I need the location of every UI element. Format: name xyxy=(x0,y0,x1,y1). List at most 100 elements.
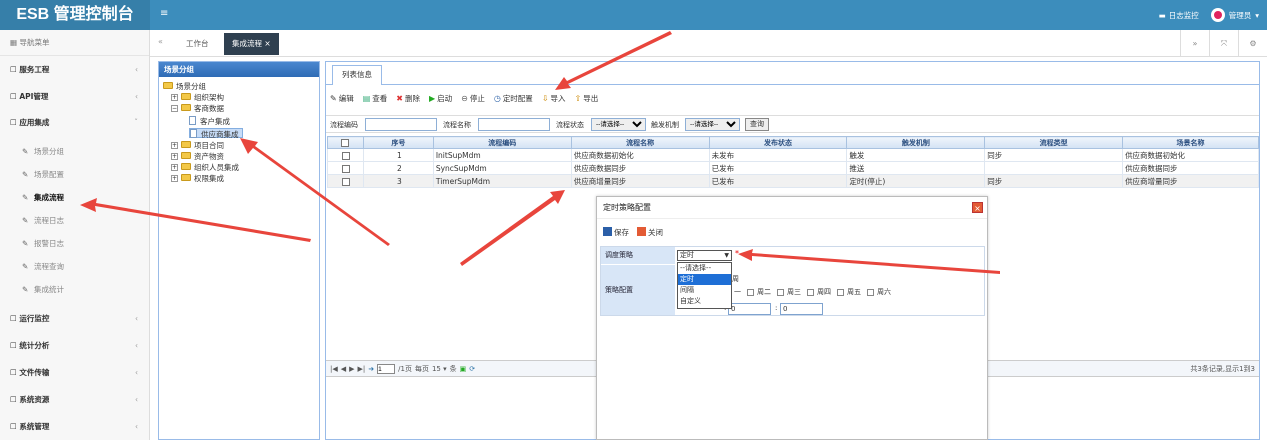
row-checkbox[interactable] xyxy=(327,174,364,188)
table-row[interactable]: 3 TimerSupMdm 供应商增量同步 已发布 定时(停止) 同步 供应商增… xyxy=(327,174,1259,188)
sidebar-sub-scene-group[interactable]: ✎ 场景分组 xyxy=(0,141,150,163)
expand-icon[interactable]: + xyxy=(171,153,178,160)
schedule-select[interactable]: 定时 ▼ xyxy=(677,250,732,261)
tree-node-label: 客商数据 xyxy=(194,104,224,113)
day-option[interactable]: 周五 xyxy=(837,287,861,297)
sidebar-item-app-integration[interactable]: ☐ 应用集成 ˇ xyxy=(0,111,150,135)
menu-toggle-icon[interactable]: ≡ xyxy=(160,8,168,19)
delete-button[interactable]: ✖ 删除 xyxy=(396,93,420,104)
edit-button[interactable]: ✎ 编辑 xyxy=(330,93,354,104)
cell-type: 同步 xyxy=(984,174,1124,188)
sidebar-item-system[interactable]: ☐ 系统管理 ‹ xyxy=(0,415,150,439)
tree-node-selected[interactable]: 供应商集成 xyxy=(189,128,243,139)
page-input[interactable] xyxy=(377,364,396,374)
tree-node[interactable]: + 组织人员集成 xyxy=(171,163,239,173)
cell-name: 供应商数据初始化 xyxy=(570,148,710,162)
sidebar-item-file[interactable]: ☐ 文件传输 ‹ xyxy=(0,361,150,385)
close-icon[interactable]: × xyxy=(972,202,983,213)
day-checkbox[interactable] xyxy=(837,288,844,296)
flow-code-input[interactable] xyxy=(365,118,437,131)
sidebar-item-monitor[interactable]: ☐ 运行监控 ‹ xyxy=(0,307,150,331)
next-page-icon[interactable]: ▶ xyxy=(349,365,354,373)
sidebar-item-label: 运行监控 xyxy=(19,314,50,323)
day-option[interactable]: 周三 xyxy=(777,287,801,297)
dropdown-option[interactable]: 自定义 xyxy=(678,296,731,307)
timer-form: 调度策略 策略配置 定时▼ * 每周 一 周二 周三 周四 周五 周六 : 0 … xyxy=(600,246,985,316)
row-checkbox[interactable] xyxy=(327,148,364,162)
row-checkbox[interactable] xyxy=(327,161,364,175)
per-page-select[interactable]: 15 ▾ xyxy=(432,365,447,373)
day-checkbox[interactable] xyxy=(807,288,814,296)
sidebar-sub-flow-log[interactable]: ✎ 流程日志 xyxy=(0,210,150,232)
cell-code: SyncSupMdm xyxy=(432,161,572,175)
day-option[interactable]: 周二 xyxy=(747,287,771,297)
export-button[interactable]: ⇧ 导出 xyxy=(575,93,599,104)
sidebar-sub-scene-config[interactable]: ✎ 场景配置 xyxy=(0,164,150,186)
dropdown-option-selected[interactable]: 定时 xyxy=(678,274,731,285)
table-row[interactable]: 2 SyncSupMdm 供应商数据同步 已发布 推送 供应商数据同步 xyxy=(327,161,1259,175)
fullscreen-icon[interactable]: ⤧ xyxy=(1209,30,1238,57)
collapse-icon[interactable]: − xyxy=(171,105,178,112)
day-checkbox[interactable] xyxy=(747,288,754,296)
save-button[interactable]: 保存 xyxy=(603,227,629,238)
table-row[interactable]: 1 InitSupMdm 供应商数据初始化 未发布 触发 同步 供应商数据初始化 xyxy=(327,148,1259,162)
dropdown-option[interactable]: --请选择-- xyxy=(678,263,731,274)
start-button[interactable]: ▶ 启动 xyxy=(429,93,452,104)
dialog-close-button[interactable]: 关闭 xyxy=(637,227,663,238)
query-button[interactable]: 查询 xyxy=(745,118,769,131)
tab-integration-flow[interactable]: 集成流程 × xyxy=(224,33,279,55)
tree-node[interactable]: − 客商数据 xyxy=(171,104,224,114)
day-option[interactable]: 周六 xyxy=(867,287,891,297)
per-page-label: 每页 xyxy=(414,365,429,373)
expand-icon[interactable]: + xyxy=(171,175,178,182)
sidebar-item-service[interactable]: ☐ 服务工程 ‹ xyxy=(0,58,150,82)
gear-icon[interactable]: ⚙ xyxy=(1238,30,1267,57)
minute-input[interactable]: 0 xyxy=(728,303,771,315)
flow-name-input[interactable] xyxy=(478,118,550,131)
tab-list-info[interactable]: 列表信息 xyxy=(332,65,382,85)
second-input[interactable]: 0 xyxy=(780,303,823,315)
expand-icon[interactable]: + xyxy=(171,142,178,149)
tree-root[interactable]: 场景分组 xyxy=(163,82,206,92)
sidebar-item-resource[interactable]: ☐ 系统资源 ‹ xyxy=(0,388,150,412)
first-page-icon[interactable]: |◀ xyxy=(330,365,338,373)
select-all-checkbox[interactable] xyxy=(327,136,364,149)
expand-icon[interactable]: + xyxy=(171,94,178,101)
sidebar-sub-flow-query[interactable]: ✎ 流程查询 xyxy=(0,256,150,278)
prev-page-icon[interactable]: ◀ xyxy=(341,365,346,373)
trigger-select[interactable]: --请选择-- xyxy=(685,118,740,131)
import-button[interactable]: ⇩ 导入 xyxy=(542,93,566,104)
tree-node[interactable]: + 资产物资 xyxy=(171,152,224,162)
tab-home[interactable]: 工作台 xyxy=(178,33,217,55)
sidebar-item-stats[interactable]: ☐ 统计分析 ‹ xyxy=(0,334,150,358)
dropdown-option[interactable]: 间隔 xyxy=(678,285,731,296)
tree-node[interactable]: 客户集成 xyxy=(189,116,230,126)
sidebar-item-api[interactable]: ☐ API管理 ‹ xyxy=(0,85,150,109)
stop-button[interactable]: ⊖ 停止 xyxy=(461,93,485,104)
day-label: 周六 xyxy=(877,288,891,296)
tree-node[interactable]: + 权限集成 xyxy=(171,174,224,184)
timer-config-button[interactable]: ◷ 定时配置 xyxy=(494,93,533,104)
goto-icon[interactable]: ➜ xyxy=(368,365,374,373)
excel-icon[interactable]: ▣ xyxy=(460,365,467,373)
day-option[interactable]: 周四 xyxy=(807,287,831,297)
view-button[interactable]: ▤ 查看 xyxy=(363,93,388,104)
last-page-icon[interactable]: ▶| xyxy=(358,365,366,373)
user-menu[interactable]: 管理员 ▾ xyxy=(1210,8,1259,22)
close-icon[interactable]: × xyxy=(264,39,270,48)
sidebar-sub-integration-flow[interactable]: ✎ 集成流程 xyxy=(0,187,150,209)
refresh-icon[interactable]: ⟳ xyxy=(469,365,475,373)
tree-node[interactable]: + 组织架构 xyxy=(171,93,224,103)
expand-icon[interactable]: + xyxy=(171,164,178,171)
double-left-icon[interactable]: « xyxy=(158,37,163,46)
day-option[interactable]: 一 xyxy=(734,287,741,297)
cell-no: 3 xyxy=(362,174,434,188)
day-checkbox[interactable] xyxy=(777,288,784,296)
day-checkbox[interactable] xyxy=(867,288,874,296)
double-right-icon[interactable]: » xyxy=(1180,30,1209,57)
log-monitor-link[interactable]: ▬ 日志监控 xyxy=(1159,10,1199,21)
tree-node[interactable]: + 项目合同 xyxy=(171,141,224,151)
sidebar-sub-integration-stats[interactable]: ✎ 集成统计 xyxy=(0,279,150,301)
flow-status-select[interactable]: --请选择-- xyxy=(591,118,646,131)
sidebar-sub-alarm-log[interactable]: ✎ 报警日志 xyxy=(0,233,150,255)
